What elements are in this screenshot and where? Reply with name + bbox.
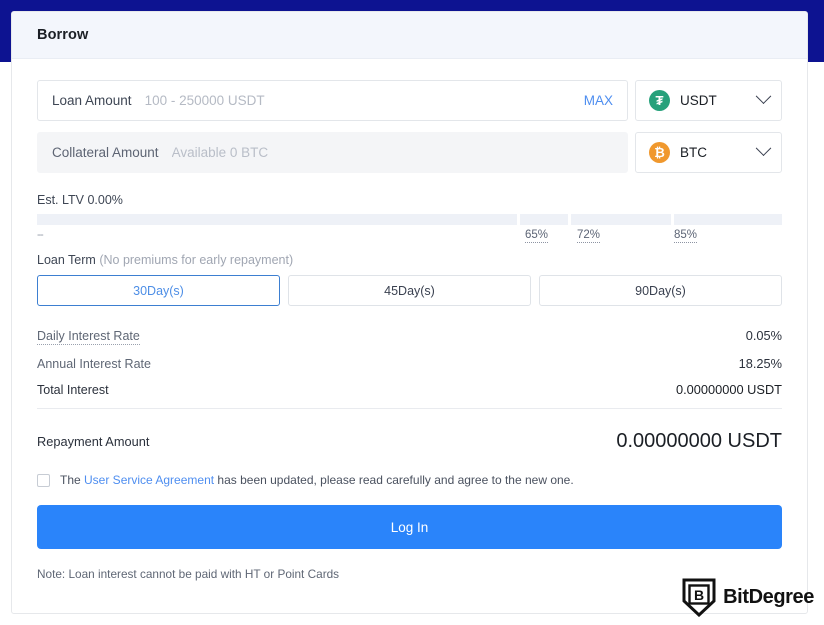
page-title: Borrow (37, 27, 89, 43)
bitdegree-shield-icon: B (682, 578, 716, 618)
ltv-segment-4 (674, 214, 782, 225)
daily-interest-rate-value: 0.05% (745, 328, 782, 343)
agreement-suffix: has been updated, please read carefully … (214, 473, 574, 487)
rate-row-daily: Daily Interest Rate 0.05% (37, 328, 782, 345)
total-interest-label: Total Interest (37, 383, 109, 397)
collateral-currency-select[interactable]: ₿ BTC (635, 132, 782, 173)
collateral-amount-label: Collateral Amount (52, 145, 159, 160)
loan-term-label: Loan Term (No premiums for early repayme… (37, 253, 782, 267)
loan-term-option-90[interactable]: 90Day(s) (539, 275, 782, 306)
rate-row-total: Total Interest 0.00000000 USDT (37, 382, 782, 397)
ltv-segment-1 (37, 214, 517, 225)
collateral-currency-label: BTC (680, 145, 707, 160)
ltv-segment-3 (571, 214, 671, 225)
borrow-card: Borrow Loan Amount MAX ₮ USDT Collateral… (11, 11, 808, 614)
svg-text:B: B (694, 587, 704, 603)
ltv-progress-bar (37, 214, 782, 225)
ltv-segment-2 (520, 214, 568, 225)
repayment-amount-label: Repayment Amount (37, 434, 150, 449)
btc-coin-icon: ₿ (649, 142, 670, 163)
usdt-coin-icon: ₮ (649, 90, 670, 111)
total-interest-value: 0.00000000 USDT (676, 382, 782, 397)
ltv-tick-65: 65% (525, 229, 549, 243)
ltv-tick-85: 85% (674, 229, 698, 243)
rate-summary: Daily Interest Rate 0.05% Annual Interes… (37, 328, 782, 397)
rate-row-annual: Annual Interest Rate 18.25% (37, 356, 782, 371)
card-body: Loan Amount MAX ₮ USDT Collateral Amount… (12, 59, 807, 581)
daily-interest-rate-label[interactable]: Daily Interest Rate (37, 329, 140, 345)
loan-amount-field[interactable]: Loan Amount MAX (37, 80, 628, 121)
loan-currency-label: USDT (680, 93, 717, 108)
ltv-tick-row: -- 65% 72% 85% (37, 229, 782, 250)
card-header: Borrow (12, 12, 807, 59)
repayment-row: Repayment Amount 0.00000000 USDT (37, 430, 782, 453)
repayment-amount-value: 0.00000000 USDT (616, 430, 782, 452)
loan-amount-max-button[interactable]: MAX (574, 93, 613, 108)
loan-note: Note: Loan interest cannot be paid with … (37, 567, 340, 581)
annual-interest-rate-value: 18.25% (738, 356, 782, 371)
loan-term-options: 30Day(s) 45Day(s) 90Day(s) (37, 275, 782, 306)
collateral-amount-input[interactable] (171, 145, 613, 160)
annual-interest-rate-label: Annual Interest Rate (37, 357, 151, 371)
bitdegree-wordmark: BitDegree (723, 586, 814, 608)
user-service-agreement-link[interactable]: User Service Agreement (84, 473, 214, 487)
loan-term-label-text: Loan Term (37, 253, 96, 267)
collateral-amount-row: Collateral Amount ₿ BTC (37, 132, 782, 173)
agreement-row: The User Service Agreement has been upda… (37, 473, 782, 487)
chevron-down-icon (755, 88, 772, 105)
section-divider (37, 408, 782, 409)
loan-amount-input[interactable] (144, 93, 574, 108)
loan-term-option-45[interactable]: 45Day(s) (288, 275, 531, 306)
agreement-prefix: The (60, 473, 85, 487)
chevron-down-icon (755, 140, 772, 157)
bitdegree-watermark: B BitDegree (682, 578, 814, 618)
agreement-text: The User Service Agreement has been upda… (60, 473, 574, 487)
ltv-current-marker: -- (37, 229, 44, 241)
loan-amount-row: Loan Amount MAX ₮ USDT (37, 80, 782, 121)
agreement-checkbox[interactable] (37, 473, 50, 487)
loan-currency-select[interactable]: ₮ USDT (635, 80, 782, 121)
loan-amount-label: Loan Amount (52, 93, 132, 108)
ltv-tick-72: 72% (577, 229, 601, 243)
collateral-amount-field[interactable]: Collateral Amount (37, 132, 628, 173)
loan-term-option-30[interactable]: 30Day(s) (37, 275, 280, 306)
ltv-label: Est. LTV 0.00% (37, 193, 123, 207)
loan-term-note: (No premiums for early repayment) (99, 253, 294, 267)
login-button[interactable]: Log In (37, 505, 782, 549)
